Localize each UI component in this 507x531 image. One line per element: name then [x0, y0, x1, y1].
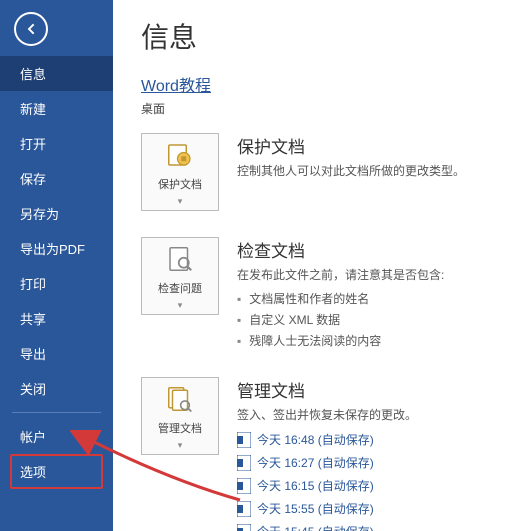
dropdown-caret-icon: ▾ — [178, 300, 183, 311]
word-doc-icon — [237, 524, 251, 531]
sidebar-item-save[interactable]: 保存 — [0, 161, 113, 196]
page-title: 信息 — [141, 16, 497, 56]
manage-title: 管理文档 — [237, 377, 497, 402]
inspect-document-button[interactable]: 检查问题 ▾ — [141, 237, 219, 315]
dropdown-caret-icon: ▾ — [178, 196, 183, 207]
sidebar-item-print[interactable]: 打印 — [0, 266, 113, 301]
sidebar-item-open[interactable]: 打开 — [0, 126, 113, 161]
manage-icon — [163, 382, 197, 416]
inspect-title: 检查文档 — [237, 237, 497, 262]
inspect-icon — [163, 242, 197, 276]
sidebar-item-new[interactable]: 新建 — [0, 91, 113, 126]
protect-document-button[interactable]: 保护文档 ▾ — [141, 133, 219, 211]
inspect-section: 检查问题 ▾ 检查文档 在发布此文件之前，请注意其是否包含: 文档属性和作者的姓… — [141, 237, 497, 351]
manage-section: 管理文档 ▾ 管理文档 签入、签出并恢复未保存的更改。 今天 16:48 (自动… — [141, 377, 497, 531]
sidebar-item-info[interactable]: 信息 — [0, 56, 113, 91]
document-location: 桌面 — [141, 100, 497, 117]
sidebar-item-export[interactable]: 导出 — [0, 336, 113, 371]
autosave-item[interactable]: 今天 16:48 (自动保存) — [237, 428, 497, 451]
backstage-sidebar: 信息 新建 打开 保存 另存为 导出为PDF 打印 共享 导出 关闭 帐户 选项 — [0, 0, 113, 531]
inspect-bullets: 文档属性和作者的姓名 自定义 XML 数据 残障人士无法阅读的内容 — [237, 288, 497, 351]
back-button[interactable] — [14, 12, 48, 46]
autosave-item[interactable]: 今天 16:27 (自动保存) — [237, 451, 497, 474]
sidebar-item-options[interactable]: 选项 — [10, 454, 103, 489]
lock-icon — [163, 138, 197, 172]
autosave-list: 今天 16:48 (自动保存) 今天 16:27 (自动保存) 今天 16:15… — [237, 428, 497, 531]
inspect-bullet: 自定义 XML 数据 — [237, 309, 497, 330]
dropdown-caret-icon: ▾ — [178, 440, 183, 451]
autosave-item[interactable]: 今天 15:45 (自动保存) — [237, 520, 497, 531]
inspect-button-label: 检查问题 — [158, 280, 202, 296]
autosave-item[interactable]: 今天 16:15 (自动保存) — [237, 474, 497, 497]
document-name-link[interactable]: Word教程 — [141, 72, 497, 96]
protect-section: 保护文档 ▾ 保护文档 控制其他人可以对此文档所做的更改类型。 — [141, 133, 497, 211]
inspect-bullet: 文档属性和作者的姓名 — [237, 288, 497, 309]
word-doc-icon — [237, 478, 251, 494]
sidebar-separator — [12, 412, 101, 413]
autosave-item[interactable]: 今天 15:55 (自动保存) — [237, 497, 497, 520]
main-panel: 信息 Word教程 桌面 保护文档 ▾ 保护文档 控制其他人可以对此文档所做的更… — [113, 0, 507, 531]
sidebar-item-share[interactable]: 共享 — [0, 301, 113, 336]
protect-title: 保护文档 — [237, 133, 497, 158]
word-doc-icon — [237, 501, 251, 517]
sidebar-item-exportpdf[interactable]: 导出为PDF — [0, 231, 113, 266]
manage-desc: 签入、签出并恢复未保存的更改。 — [237, 406, 497, 424]
manage-document-button[interactable]: 管理文档 ▾ — [141, 377, 219, 455]
inspect-intro: 在发布此文件之前，请注意其是否包含: — [237, 266, 497, 284]
arrow-left-icon — [23, 21, 39, 37]
protect-button-label: 保护文档 — [158, 176, 202, 192]
protect-desc: 控制其他人可以对此文档所做的更改类型。 — [237, 162, 497, 180]
sidebar-item-close[interactable]: 关闭 — [0, 371, 113, 406]
manage-button-label: 管理文档 — [158, 420, 202, 436]
word-doc-icon — [237, 455, 251, 471]
sidebar-item-account[interactable]: 帐户 — [0, 419, 113, 454]
inspect-bullet: 残障人士无法阅读的内容 — [237, 330, 497, 351]
sidebar-item-saveas[interactable]: 另存为 — [0, 196, 113, 231]
word-doc-icon — [237, 432, 251, 448]
